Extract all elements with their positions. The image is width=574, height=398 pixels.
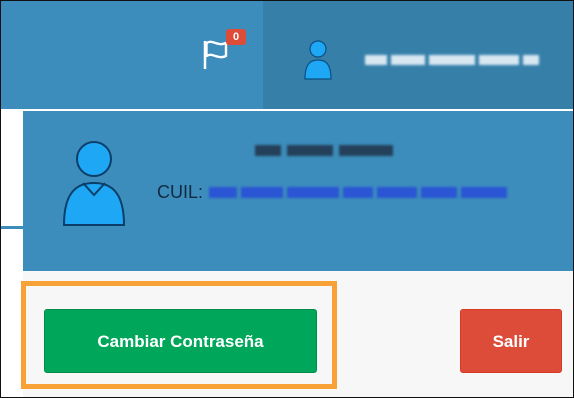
user-dropdown-panel: CUIL: Cambiar Contraseña Salir (23, 111, 573, 397)
change-password-button[interactable]: Cambiar Contraseña (44, 309, 317, 373)
sidebar-edge (1, 226, 23, 229)
logout-button[interactable]: Salir (460, 309, 562, 373)
redacted-full-name (255, 145, 393, 156)
cuil-label: CUIL: (157, 182, 204, 202)
notification-badge: 0 (226, 29, 246, 45)
top-navbar: 0 (1, 1, 573, 109)
user-avatar-icon (62, 141, 126, 226)
screenshot-frame: 0 CUIL: Cambiar Contraseña Salir (0, 0, 574, 398)
user-menu-toggle[interactable] (263, 1, 573, 109)
cuil-line: CUIL: (157, 181, 508, 203)
redacted-username (365, 55, 539, 67)
redacted-cuil (209, 186, 508, 198)
user-icon (304, 40, 332, 80)
user-header: CUIL: (23, 111, 573, 271)
